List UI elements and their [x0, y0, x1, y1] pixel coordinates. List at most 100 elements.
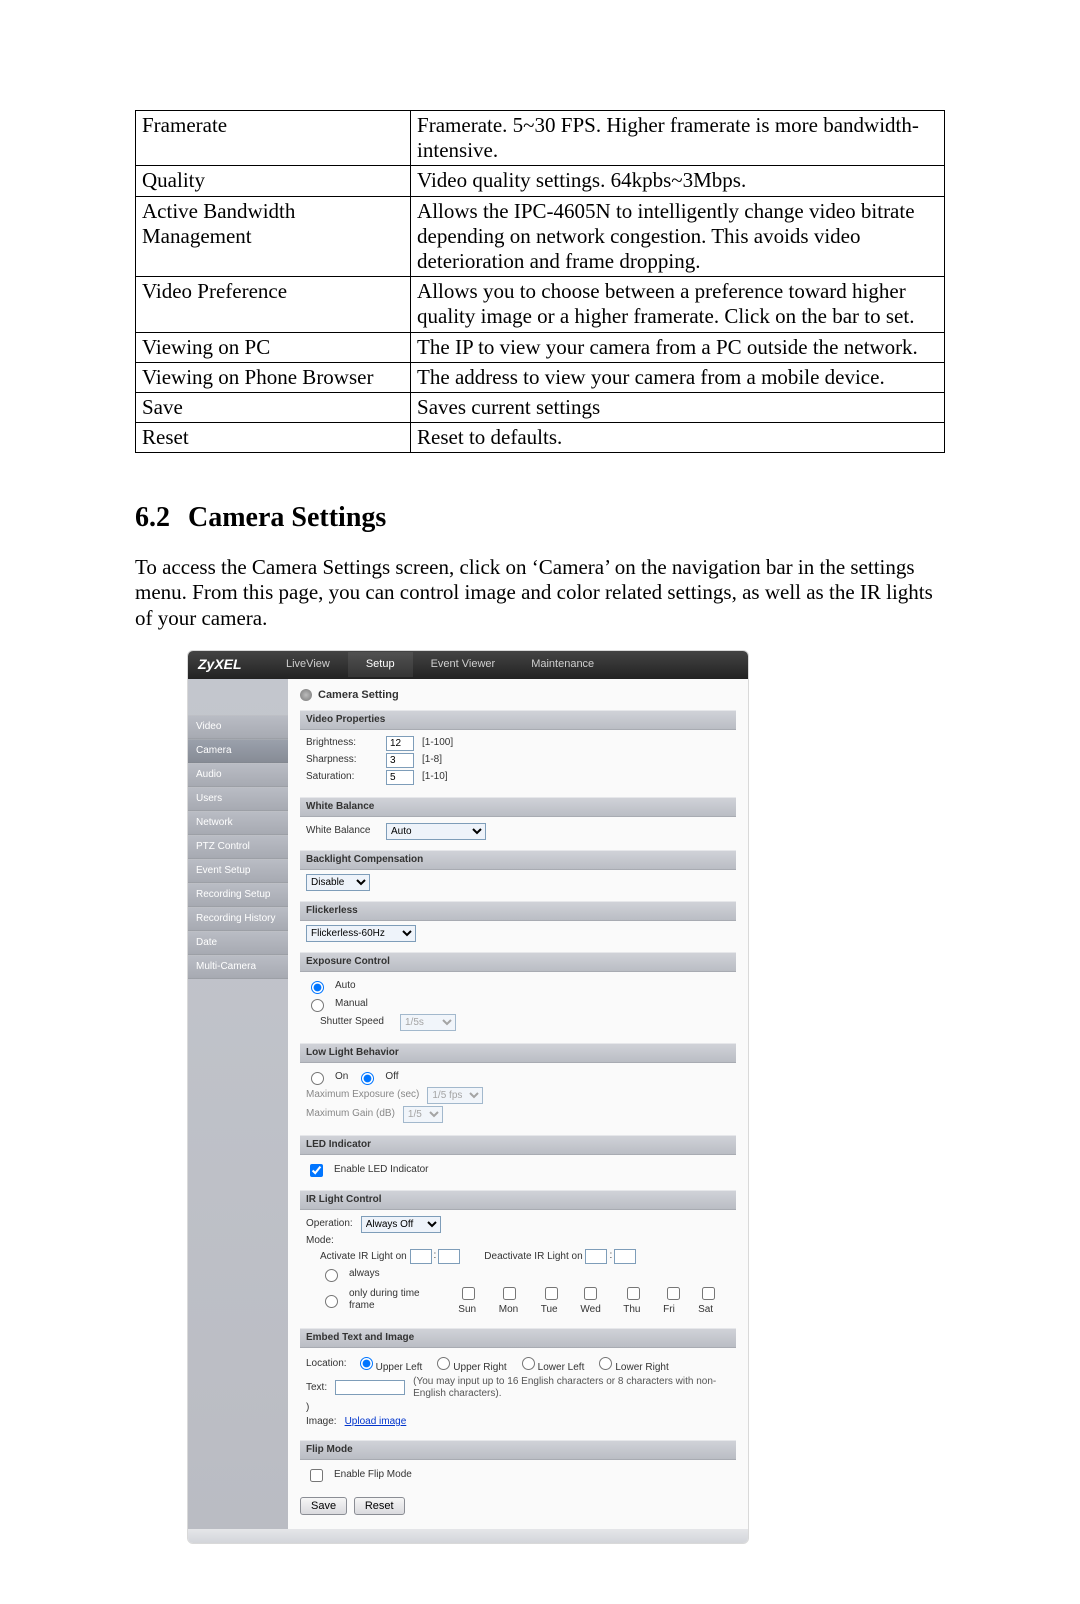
sharpness-input[interactable]	[386, 753, 414, 768]
table-row: SaveSaves current settings	[136, 392, 945, 422]
ir-always-radio[interactable]	[325, 1269, 338, 1282]
sidebar-item-video[interactable]: Video	[188, 715, 288, 739]
table-key: Viewing on Phone Browser	[136, 362, 411, 392]
table-value: The IP to view your camera from a PC out…	[411, 332, 945, 362]
section-paragraph: To access the Camera Settings screen, cl…	[135, 555, 945, 632]
table-value: The address to view your camera from a m…	[411, 362, 945, 392]
sidebar-item-network[interactable]: Network	[188, 811, 288, 835]
led-checkbox[interactable]	[310, 1164, 323, 1177]
document-page: FramerateFramerate. 5~30 FPS. Higher fra…	[0, 0, 1080, 1604]
table-row: Video PreferenceAllows you to choose bet…	[136, 277, 945, 332]
table-value: Framerate. 5~30 FPS. Higher framerate is…	[411, 111, 945, 166]
section-embed: Embed Text and Image	[300, 1328, 736, 1348]
flicker-select[interactable]: Flickerless-60Hz	[306, 925, 416, 942]
tab-event-viewer[interactable]: Event Viewer	[413, 652, 514, 677]
table-row: Active Bandwidth ManagementAllows the IP…	[136, 196, 945, 277]
saturation-input[interactable]	[386, 770, 414, 785]
day-thu-checkbox[interactable]	[627, 1287, 640, 1300]
location-lower-right-radio[interactable]	[599, 1357, 612, 1370]
sidebar-item-recording-history[interactable]: Recording History	[188, 907, 288, 931]
section-exposure: Exposure Control	[300, 952, 736, 972]
exposure-manual-radio[interactable]	[311, 999, 324, 1012]
table-value: Reset to defaults.	[411, 423, 945, 453]
ir-deactivate-h[interactable]	[585, 1249, 607, 1264]
max-exposure-select[interactable]: 1/5 fps	[427, 1087, 483, 1104]
table-row: Viewing on Phone BrowserThe address to v…	[136, 362, 945, 392]
ui-topbar: ZyXEL LiveViewSetupEvent ViewerMaintenan…	[188, 651, 748, 679]
day-wed-checkbox[interactable]	[584, 1287, 597, 1300]
section-lowlight: Low Light Behavior	[300, 1043, 736, 1063]
panel-icon	[300, 689, 312, 701]
table-key: Quality	[136, 166, 411, 196]
location-upper-left-radio[interactable]	[360, 1357, 373, 1370]
section-ir: IR Light Control	[300, 1190, 736, 1210]
ir-activate-h[interactable]	[410, 1249, 432, 1264]
table-value: Allows you to choose between a preferenc…	[411, 277, 945, 332]
table-value: Allows the IPC-4605N to intelligently ch…	[411, 196, 945, 277]
table-key: Viewing on PC	[136, 332, 411, 362]
sidebar-item-recording-setup[interactable]: Recording Setup	[188, 883, 288, 907]
embedded-screenshot: ZyXEL LiveViewSetupEvent ViewerMaintenan…	[187, 650, 749, 1544]
embed-text-input[interactable]	[335, 1380, 405, 1395]
table-key: Save	[136, 392, 411, 422]
table-key: Reset	[136, 423, 411, 453]
sidebar-item-audio[interactable]: Audio	[188, 763, 288, 787]
day-sun-checkbox[interactable]	[462, 1287, 475, 1300]
table-key: Active Bandwidth Management	[136, 196, 411, 277]
save-button[interactable]: Save	[300, 1497, 347, 1515]
section-video-props: Video Properties	[300, 710, 736, 730]
table-key: Framerate	[136, 111, 411, 166]
sidebar-item-multi-camera[interactable]: Multi-Camera	[188, 955, 288, 979]
sidebar: VideoCameraAudioUsersNetworkPTZ ControlE…	[188, 679, 288, 1529]
upload-image-link[interactable]: Upload image	[345, 1416, 407, 1428]
day-mon-checkbox[interactable]	[503, 1287, 516, 1300]
white-balance-select[interactable]: Auto	[386, 823, 486, 840]
table-row: QualityVideo quality settings. 64kpbs~3M…	[136, 166, 945, 196]
section-white-balance: White Balance	[300, 797, 736, 817]
section-number: 6.2	[135, 502, 170, 533]
sidebar-item-camera[interactable]: Camera	[188, 739, 288, 763]
section-led: LED Indicator	[300, 1135, 736, 1155]
exposure-auto-radio[interactable]	[311, 981, 324, 994]
table-value: Saves current settings	[411, 392, 945, 422]
tab-liveview[interactable]: LiveView	[268, 652, 348, 677]
table-row: Viewing on PCThe IP to view your camera …	[136, 332, 945, 362]
flip-checkbox[interactable]	[310, 1469, 323, 1482]
brand-logo: ZyXEL	[198, 656, 268, 673]
section-flip: Flip Mode	[300, 1440, 736, 1460]
shutter-select[interactable]: 1/5s	[400, 1014, 456, 1031]
ui-footer	[188, 1529, 748, 1543]
sidebar-item-users[interactable]: Users	[188, 787, 288, 811]
max-gain-select[interactable]: 1/5	[403, 1106, 443, 1123]
table-row: ResetReset to defaults.	[136, 423, 945, 453]
spec-table: FramerateFramerate. 5~30 FPS. Higher fra…	[135, 110, 945, 453]
location-lower-left-radio[interactable]	[522, 1357, 535, 1370]
brightness-input[interactable]	[386, 736, 414, 751]
main-panel: Camera Setting Video Properties Brightne…	[288, 679, 748, 1529]
table-value: Video quality settings. 64kpbs~3Mbps.	[411, 166, 945, 196]
table-row: FramerateFramerate. 5~30 FPS. Higher fra…	[136, 111, 945, 166]
tab-setup[interactable]: Setup	[348, 652, 413, 677]
sidebar-item-ptz-control[interactable]: PTZ Control	[188, 835, 288, 859]
lowlight-off-radio[interactable]	[361, 1072, 374, 1085]
location-upper-right-radio[interactable]	[437, 1357, 450, 1370]
lowlight-on-radio[interactable]	[311, 1072, 324, 1085]
ir-activate-m[interactable]	[438, 1249, 460, 1264]
day-sat-checkbox[interactable]	[702, 1287, 715, 1300]
table-key: Video Preference	[136, 277, 411, 332]
backlight-select[interactable]: Disable	[306, 874, 370, 891]
sidebar-item-event-setup[interactable]: Event Setup	[188, 859, 288, 883]
ir-deactivate-m[interactable]	[614, 1249, 636, 1264]
section-backlight: Backlight Compensation	[300, 850, 736, 870]
tab-maintenance[interactable]: Maintenance	[513, 652, 612, 677]
sidebar-item-date[interactable]: Date	[188, 931, 288, 955]
panel-title: Camera Setting	[300, 689, 736, 702]
ir-timeframe-radio[interactable]	[325, 1295, 338, 1308]
section-flicker: Flickerless	[300, 901, 736, 921]
section-heading: 6.2 Camera Settings	[135, 501, 945, 535]
day-fri-checkbox[interactable]	[667, 1287, 680, 1300]
section-title: Camera Settings	[188, 502, 386, 533]
reset-button[interactable]: Reset	[354, 1497, 405, 1515]
day-tue-checkbox[interactable]	[545, 1287, 558, 1300]
ir-operation-select[interactable]: Always Off	[361, 1216, 441, 1233]
